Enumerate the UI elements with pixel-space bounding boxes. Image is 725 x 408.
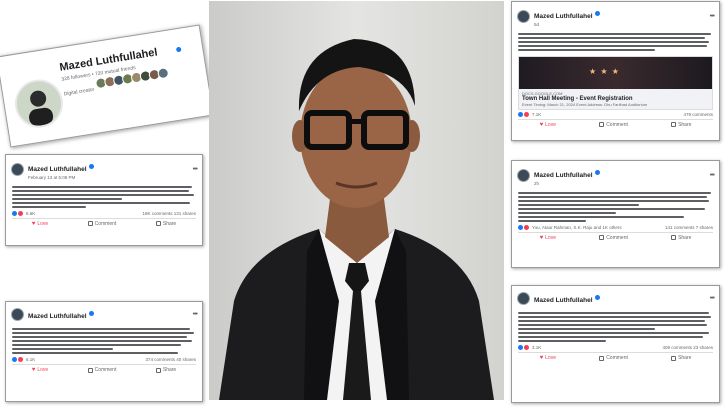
- like-reaction-icon: [12, 357, 17, 362]
- post-timestamp[interactable]: 5d: [534, 22, 600, 28]
- more-options-icon[interactable]: •••: [193, 311, 198, 318]
- like-reaction-icon: [518, 111, 523, 117]
- comment-icon: [87, 221, 93, 226]
- comment-button[interactable]: Comment: [87, 367, 116, 373]
- love-button[interactable]: ♥ Love: [32, 221, 48, 227]
- comment-share-count[interactable]: 409 comments 23 shares: [662, 345, 713, 350]
- share-button[interactable]: Share: [671, 235, 691, 241]
- post-text: [6, 183, 202, 211]
- more-options-icon[interactable]: •••: [710, 13, 715, 20]
- comment-share-count[interactable]: 141 comments 7 shares: [665, 225, 713, 230]
- like-reaction-icon: [12, 210, 17, 216]
- post-author[interactable]: Mazed Luthfullahel: [534, 13, 593, 20]
- profile-card[interactable]: Mazed Luthfullahel 328 followers • 720 m…: [0, 24, 214, 148]
- share-icon: [671, 235, 677, 240]
- verified-badge-icon: [594, 11, 600, 17]
- heart-icon: ♥: [539, 234, 544, 241]
- share-button[interactable]: Share: [671, 355, 691, 361]
- share-icon: [671, 355, 677, 361]
- verified-badge-icon: [175, 46, 182, 53]
- share-button[interactable]: Share: [155, 367, 176, 373]
- avatar[interactable]: [11, 308, 24, 321]
- heart-icon: ♥: [539, 121, 544, 128]
- verified-badge-icon: [88, 164, 94, 170]
- post-author[interactable]: Mazed Luthfullahel: [28, 166, 87, 173]
- portrait-photo: [209, 1, 504, 400]
- post-text: [6, 325, 202, 357]
- post-card: Mazed Luthfullahel ••• 6.1K 374 comments…: [5, 301, 203, 402]
- reaction-count[interactable]: 7.1K: [532, 112, 541, 117]
- post-text: [512, 189, 719, 225]
- event-banner-image: ★ ★ ★: [519, 56, 712, 89]
- heart-icon: ♥: [539, 355, 544, 361]
- post-card: Mazed Luthfullahel ••• 3.1K 409 comments…: [511, 285, 720, 403]
- comment-button[interactable]: Comment: [87, 221, 116, 227]
- love-button[interactable]: ♥ Love: [32, 367, 48, 373]
- share-icon: [155, 221, 161, 226]
- avatar[interactable]: [11, 163, 24, 177]
- love-button[interactable]: ♥ Love: [540, 122, 556, 128]
- post-author[interactable]: Mazed Luthfullahel: [28, 313, 87, 320]
- comment-button[interactable]: Comment: [599, 235, 628, 241]
- comment-icon: [599, 235, 605, 240]
- love-button[interactable]: ♥ Love: [540, 355, 556, 361]
- profile-category: Digital creator: [63, 86, 95, 98]
- love-reaction-icon: [524, 111, 529, 117]
- post-card: Mazed Luthfullahel February 13 at 5:08 P…: [5, 154, 203, 246]
- verified-badge-icon: [594, 295, 600, 301]
- post-timestamp[interactable]: 2h: [534, 181, 600, 187]
- more-options-icon[interactable]: •••: [710, 295, 715, 302]
- like-reaction-icon: [518, 345, 523, 350]
- share-icon: [155, 367, 161, 373]
- post-card: Mazed Luthfullahel 5d ••• ★ ★ ★ DOCS.GOO…: [511, 1, 720, 141]
- post-card: Mazed Luthfullahel 2h ••• You, Ataur Rah…: [511, 160, 720, 268]
- comment-icon: [599, 122, 605, 127]
- event-description: Event Timing: March 21, 2024 Event Addre…: [522, 101, 648, 107]
- love-reaction-icon: [18, 210, 23, 216]
- post-text: [512, 30, 719, 54]
- verified-badge-icon: [88, 311, 94, 317]
- comment-button[interactable]: Comment: [599, 122, 628, 128]
- event-link-preview[interactable]: ★ ★ ★ DOCS.GOOGLE.COM Town Hall Meeting …: [518, 55, 713, 110]
- verified-badge-icon: [594, 170, 600, 176]
- reaction-count[interactable]: You, Ataur Rahman, S.K. Raju and 1K othe…: [532, 225, 622, 230]
- love-button[interactable]: ♥ Love: [540, 235, 556, 241]
- share-icon: [671, 122, 677, 127]
- share-button[interactable]: Share: [155, 221, 176, 227]
- heart-icon: ♥: [31, 367, 36, 373]
- more-options-icon[interactable]: •••: [193, 166, 198, 173]
- like-reaction-icon: [518, 224, 523, 230]
- post-author[interactable]: Mazed Luthfullahel: [534, 172, 593, 179]
- comment-button[interactable]: Comment: [599, 355, 628, 361]
- avatar[interactable]: [517, 169, 530, 183]
- avatar[interactable]: [517, 10, 530, 24]
- comment-icon: [87, 367, 93, 373]
- avatar[interactable]: [517, 292, 530, 305]
- profile-avatar[interactable]: [11, 76, 67, 132]
- love-reaction-icon: [524, 345, 529, 350]
- post-author[interactable]: Mazed Luthfullahel: [534, 297, 593, 304]
- post-text: [512, 309, 719, 345]
- comment-share-count[interactable]: 479 comments: [683, 112, 713, 117]
- reaction-count[interactable]: 6.6K: [26, 211, 35, 216]
- share-button[interactable]: Share: [671, 122, 691, 128]
- comment-share-count[interactable]: 18K comments 131 shares: [142, 211, 196, 216]
- heart-icon: ♥: [31, 220, 36, 227]
- love-reaction-icon: [524, 224, 529, 230]
- love-reaction-icon: [18, 357, 23, 362]
- comment-icon: [599, 355, 605, 361]
- reaction-count[interactable]: 3.1K: [532, 345, 541, 350]
- more-options-icon[interactable]: •••: [710, 172, 715, 179]
- comment-share-count[interactable]: 374 comments 40 shares: [145, 357, 196, 362]
- reaction-count[interactable]: 6.1K: [26, 357, 35, 362]
- post-timestamp[interactable]: February 13 at 5:08 PM: [28, 175, 94, 181]
